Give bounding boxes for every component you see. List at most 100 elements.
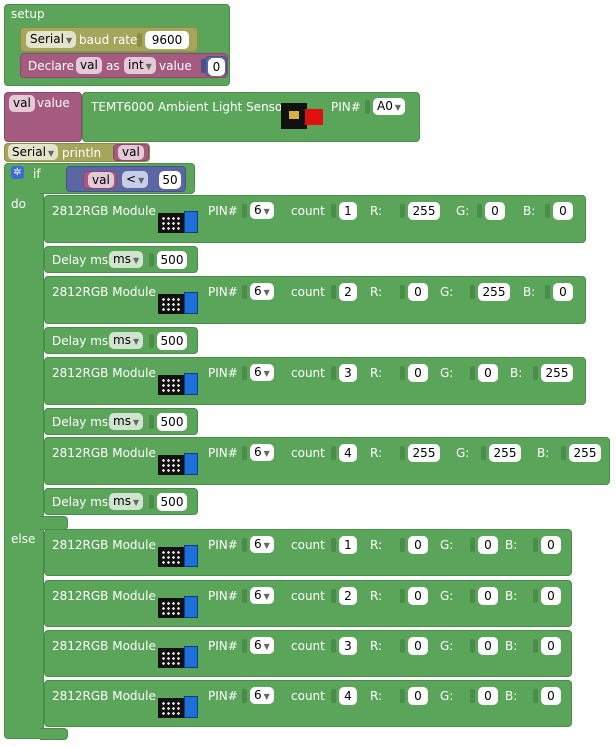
delay-label: Delay ms bbox=[52, 495, 109, 509]
assign-var-field[interactable]: val bbox=[9, 95, 35, 112]
type-dropdown[interactable]: int ▼ bbox=[124, 57, 156, 74]
pin-dropdown[interactable]: 6 ▼ bbox=[250, 637, 274, 654]
g-input[interactable]: 0 bbox=[478, 637, 498, 655]
delay-unit-dropdown[interactable]: ms ▼ bbox=[109, 332, 144, 349]
serial-dropdown[interactable]: Serial ▼ bbox=[26, 31, 77, 48]
r-input[interactable]: 255 bbox=[408, 444, 440, 462]
input-notch bbox=[400, 204, 405, 218]
delay-unit-dropdown[interactable]: ms ▼ bbox=[109, 413, 144, 430]
delay-input[interactable]: 500 bbox=[157, 493, 187, 511]
rgb-module-block[interactable]: 2812RGB Module PIN# 6 ▼ count 2 R: 0 G: 255 B: 0 bbox=[44, 276, 586, 324]
compare-value-input[interactable]: 50 bbox=[159, 171, 181, 189]
rgb-module-block[interactable]: 2812RGB Module PIN# 6 ▼ count 1 R: 255 G: 0 B: 0 bbox=[44, 195, 586, 243]
pin-dropdown[interactable]: 6 ▼ bbox=[250, 536, 274, 553]
g-input[interactable]: 0 bbox=[478, 687, 498, 705]
rgb-module-block[interactable]: 2812RGB Module PIN# 6 ▼ count 3 R: 0 G: 0 B: 255 bbox=[44, 357, 586, 405]
r-input[interactable]: 255 bbox=[408, 202, 440, 220]
count-input[interactable]: 2 bbox=[339, 283, 357, 301]
module-leds bbox=[161, 600, 181, 615]
b-input[interactable]: 0 bbox=[541, 687, 561, 705]
rgb-module-block[interactable]: 2812RGB Module PIN# 6 ▼ count 4 R: 0 G: 0 B: 0 bbox=[44, 680, 572, 727]
println-var-block[interactable]: val bbox=[113, 144, 149, 161]
delay-unit-dropdown[interactable]: ms ▼ bbox=[109, 251, 144, 268]
serial-begin-block[interactable]: Serial ▼ baud rate 9600 bbox=[20, 27, 198, 52]
compare-var-field[interactable]: val bbox=[88, 172, 114, 188]
r-input[interactable]: 0 bbox=[408, 687, 428, 705]
count-input[interactable]: 1 bbox=[339, 536, 357, 554]
baud-rate-input[interactable]: 9600 bbox=[145, 31, 189, 49]
delay-label: Delay ms bbox=[52, 415, 109, 429]
pin-dropdown[interactable]: 6 ▼ bbox=[250, 364, 274, 381]
delay-block[interactable]: Delay ms ms ▼ 500 bbox=[44, 488, 198, 515]
assign-block[interactable]: val value bbox=[4, 92, 82, 142]
input-notch bbox=[545, 204, 550, 218]
println-block[interactable]: Serial ▼ println val bbox=[4, 143, 150, 162]
g-input[interactable]: 0 bbox=[478, 536, 498, 554]
input-notch bbox=[242, 689, 247, 703]
input-notch bbox=[533, 366, 538, 380]
delay-unit-dropdown[interactable]: ms ▼ bbox=[109, 493, 144, 510]
pin-dropdown[interactable]: 6 ▼ bbox=[250, 283, 274, 300]
b-input[interactable]: 0 bbox=[541, 536, 561, 554]
r-input[interactable]: 0 bbox=[408, 536, 428, 554]
g-input[interactable]: 255 bbox=[489, 444, 521, 462]
delay-block[interactable]: Delay ms ms ▼ 500 bbox=[44, 408, 198, 435]
sensor-block[interactable]: TEMT6000 Ambient Light Sensor PIN# A0 ▼ bbox=[82, 92, 420, 142]
pin-dropdown[interactable]: 6 ▼ bbox=[250, 202, 274, 219]
g-input[interactable]: 255 bbox=[478, 283, 510, 301]
println-serial-dropdown[interactable]: Serial ▼ bbox=[8, 144, 59, 160]
chevron-down-icon: ▼ bbox=[132, 337, 140, 346]
declare-var-field[interactable]: val bbox=[76, 57, 102, 74]
count-label: count bbox=[291, 639, 325, 653]
r-input[interactable]: 0 bbox=[408, 637, 428, 655]
if-block[interactable] bbox=[4, 163, 44, 739]
init-value-block[interactable]: 0 bbox=[205, 56, 227, 76]
operator-dropdown[interactable]: < ▼ bbox=[122, 171, 149, 188]
input-notch bbox=[477, 204, 482, 218]
declare-block[interactable]: Declare val as int ▼ value 0 bbox=[20, 53, 228, 78]
chevron-down-icon: ▼ bbox=[263, 692, 270, 701]
count-input[interactable]: 3 bbox=[339, 637, 357, 655]
delay-block[interactable]: Delay ms ms ▼ 500 bbox=[44, 246, 198, 273]
delay-input[interactable]: 500 bbox=[157, 332, 187, 350]
rgb-module-block[interactable]: 2812RGB Module PIN# 6 ▼ count 1 R: 0 G: 0 B: 0 bbox=[44, 529, 572, 576]
r-input[interactable]: 0 bbox=[408, 283, 428, 301]
count-input[interactable]: 3 bbox=[339, 364, 357, 382]
pin-dropdown[interactable]: 6 ▼ bbox=[250, 444, 274, 461]
b-input[interactable]: 0 bbox=[553, 283, 573, 301]
compare-block[interactable]: val < ▼ 50 bbox=[66, 166, 186, 192]
pin-dropdown[interactable]: 6 ▼ bbox=[250, 687, 274, 704]
count-input[interactable]: 2 bbox=[339, 587, 357, 605]
module-connector bbox=[184, 645, 198, 668]
delay-block[interactable]: Delay ms ms ▼ 500 bbox=[44, 327, 198, 354]
r-label: R: bbox=[370, 285, 383, 299]
b-input[interactable]: 0 bbox=[541, 587, 561, 605]
compare-var-block[interactable]: val bbox=[83, 171, 117, 189]
b-input[interactable]: 255 bbox=[569, 444, 601, 462]
delay-input[interactable]: 500 bbox=[157, 413, 187, 431]
b-input[interactable]: 0 bbox=[553, 202, 573, 220]
count-input[interactable]: 4 bbox=[339, 687, 357, 705]
chevron-down-icon: ▼ bbox=[145, 62, 152, 71]
g-input[interactable]: 0 bbox=[478, 364, 498, 382]
gear-icon[interactable]: ✲ bbox=[11, 166, 24, 179]
pin-dropdown-value: 6 bbox=[254, 203, 262, 217]
g-input[interactable]: 0 bbox=[485, 202, 505, 220]
rgb-module-block[interactable]: 2812RGB Module PIN# 6 ▼ count 2 R: 0 G: 0 B: 0 bbox=[44, 580, 572, 627]
pin-dropdown-value: 6 bbox=[254, 365, 262, 379]
b-input[interactable]: 255 bbox=[541, 364, 573, 382]
rgb-module-block[interactable]: 2812RGB Module PIN# 6 ▼ count 4 R: 255 G: 255 B: 25… bbox=[44, 437, 610, 485]
r-input[interactable]: 0 bbox=[408, 364, 428, 382]
println-var-field[interactable]: val bbox=[118, 145, 144, 160]
count-input[interactable]: 1 bbox=[339, 202, 357, 220]
g-input[interactable]: 0 bbox=[478, 587, 498, 605]
delay-input[interactable]: 500 bbox=[157, 251, 187, 269]
pin-dropdown[interactable]: 6 ▼ bbox=[250, 587, 274, 604]
count-input[interactable]: 4 bbox=[339, 444, 357, 462]
init-value-input[interactable]: 0 bbox=[208, 58, 225, 76]
rgb-module-block[interactable]: 2812RGB Module PIN# 6 ▼ count 3 R: 0 G: 0 B: 0 bbox=[44, 630, 572, 677]
r-input[interactable]: 0 bbox=[408, 587, 428, 605]
sensor-pin-dropdown[interactable]: A0 ▼ bbox=[373, 98, 405, 115]
module-label: 2812RGB Module bbox=[52, 589, 156, 603]
b-input[interactable]: 0 bbox=[541, 637, 561, 655]
